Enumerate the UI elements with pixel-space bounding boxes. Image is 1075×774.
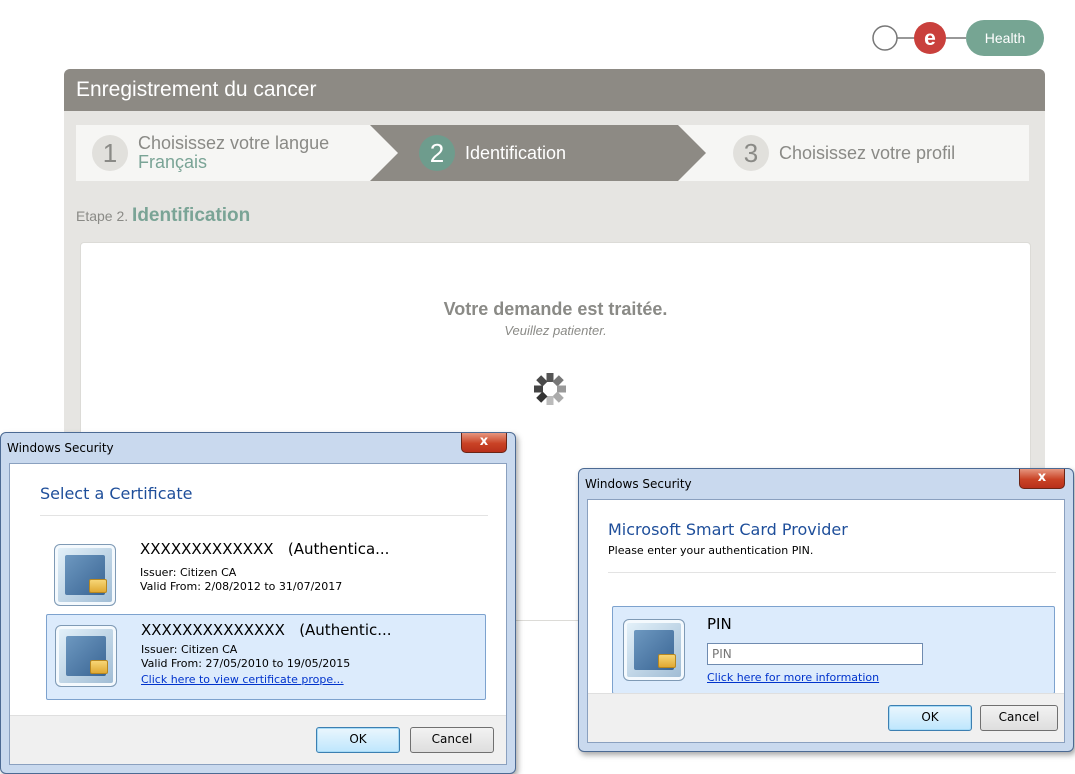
processing-subtitle: Veuillez patienter.	[504, 323, 607, 338]
cert-2-validity: Valid From: 27/05/2010 to 19/05/2015	[141, 657, 351, 670]
cert-dialog-window-title: Windows Security	[7, 441, 114, 455]
step-2-number: 2	[419, 135, 455, 171]
more-information-link[interactable]: Click here for more information	[707, 671, 879, 684]
smart-card-icon	[54, 544, 116, 606]
pin-ok-button[interactable]: OK	[888, 705, 972, 731]
cert-2-type: (Authentic...	[299, 621, 392, 639]
step-1-number: 1	[92, 135, 128, 171]
cert-1-validity: Valid From: 2/08/2012 to 31/07/2017	[140, 580, 343, 593]
smart-card-pin-dialog: Windows Security x Microsoft Smart Card …	[578, 468, 1074, 752]
divider	[608, 572, 1056, 573]
cert-ok-button[interactable]: OK	[316, 727, 400, 753]
step-heading: Etape 2. Identification	[76, 205, 250, 227]
pin-label: PIN	[707, 615, 732, 633]
panel-title: Enregistrement du cancer	[64, 69, 1045, 111]
certificate-item-1[interactable]: XXXXXXXXXXXXX (Authentica... Issuer: Cit…	[46, 534, 484, 618]
step-1-language[interactable]: 1 Choisissez votre langue Français	[92, 125, 329, 181]
pin-dialog-heading: Microsoft Smart Card Provider	[608, 520, 848, 539]
view-certificate-properties-link[interactable]: Click here to view certificate prope...	[141, 673, 344, 686]
step-3-profile: 3 Choisissez votre profil	[733, 125, 955, 181]
ehealth-logo: e Health	[872, 20, 1044, 56]
loading-spinner-icon	[534, 373, 566, 405]
cert-dialog-footer: OK Cancel	[10, 715, 506, 764]
step-2-identification: 2 Identification	[419, 125, 566, 181]
pin-entry-box: PIN Click here for more information	[612, 606, 1055, 694]
step-indicator: 1 Choisissez votre langue Français 2 Ide…	[76, 125, 1029, 181]
cert-1-type: (Authentica...	[287, 540, 390, 558]
step-1-sub: Français	[138, 152, 208, 172]
cert-2-issuer: Issuer: Citizen CA	[141, 643, 238, 656]
cert-2-name: XXXXXXXXXXXXXX	[141, 621, 285, 639]
select-certificate-dialog: Windows Security x Select a Certificate …	[0, 432, 516, 774]
certificate-item-2[interactable]: XXXXXXXXXXXXXX (Authentic... Issuer: Cit…	[46, 614, 486, 700]
divider	[40, 515, 488, 516]
logo-letter: e	[924, 27, 936, 50]
step-heading-title: Identification	[132, 205, 251, 226]
pin-input[interactable]	[707, 643, 923, 665]
step-1-label: Choisissez votre langue	[138, 133, 330, 153]
cert-dialog-heading: Select a Certificate	[40, 484, 193, 503]
cert-cancel-button[interactable]: Cancel	[410, 727, 494, 753]
step-3-number: 3	[733, 135, 769, 171]
pin-dialog-close-icon[interactable]: x	[1019, 469, 1065, 489]
pin-dialog-subtext: Please enter your authentication PIN.	[608, 544, 814, 557]
cert-1-name: XXXXXXXXXXXXX	[140, 540, 274, 558]
cert-1-issuer: Issuer: Citizen CA	[140, 566, 237, 579]
pin-dialog-footer: OK Cancel	[588, 693, 1064, 742]
logo-text: Health	[985, 30, 1025, 46]
cert-dialog-close-icon[interactable]: x	[461, 433, 507, 453]
step-2-label: Identification	[465, 142, 567, 163]
processing-title: Votre demande est traitée.	[443, 299, 668, 319]
smart-card-icon	[623, 619, 685, 681]
pin-dialog-window-title: Windows Security	[585, 477, 692, 491]
step-heading-prefix: Etape 2.	[76, 208, 129, 224]
step-3-label: Choisissez votre profil	[779, 142, 956, 163]
pin-cancel-button[interactable]: Cancel	[980, 705, 1058, 731]
smart-card-icon	[55, 625, 117, 687]
